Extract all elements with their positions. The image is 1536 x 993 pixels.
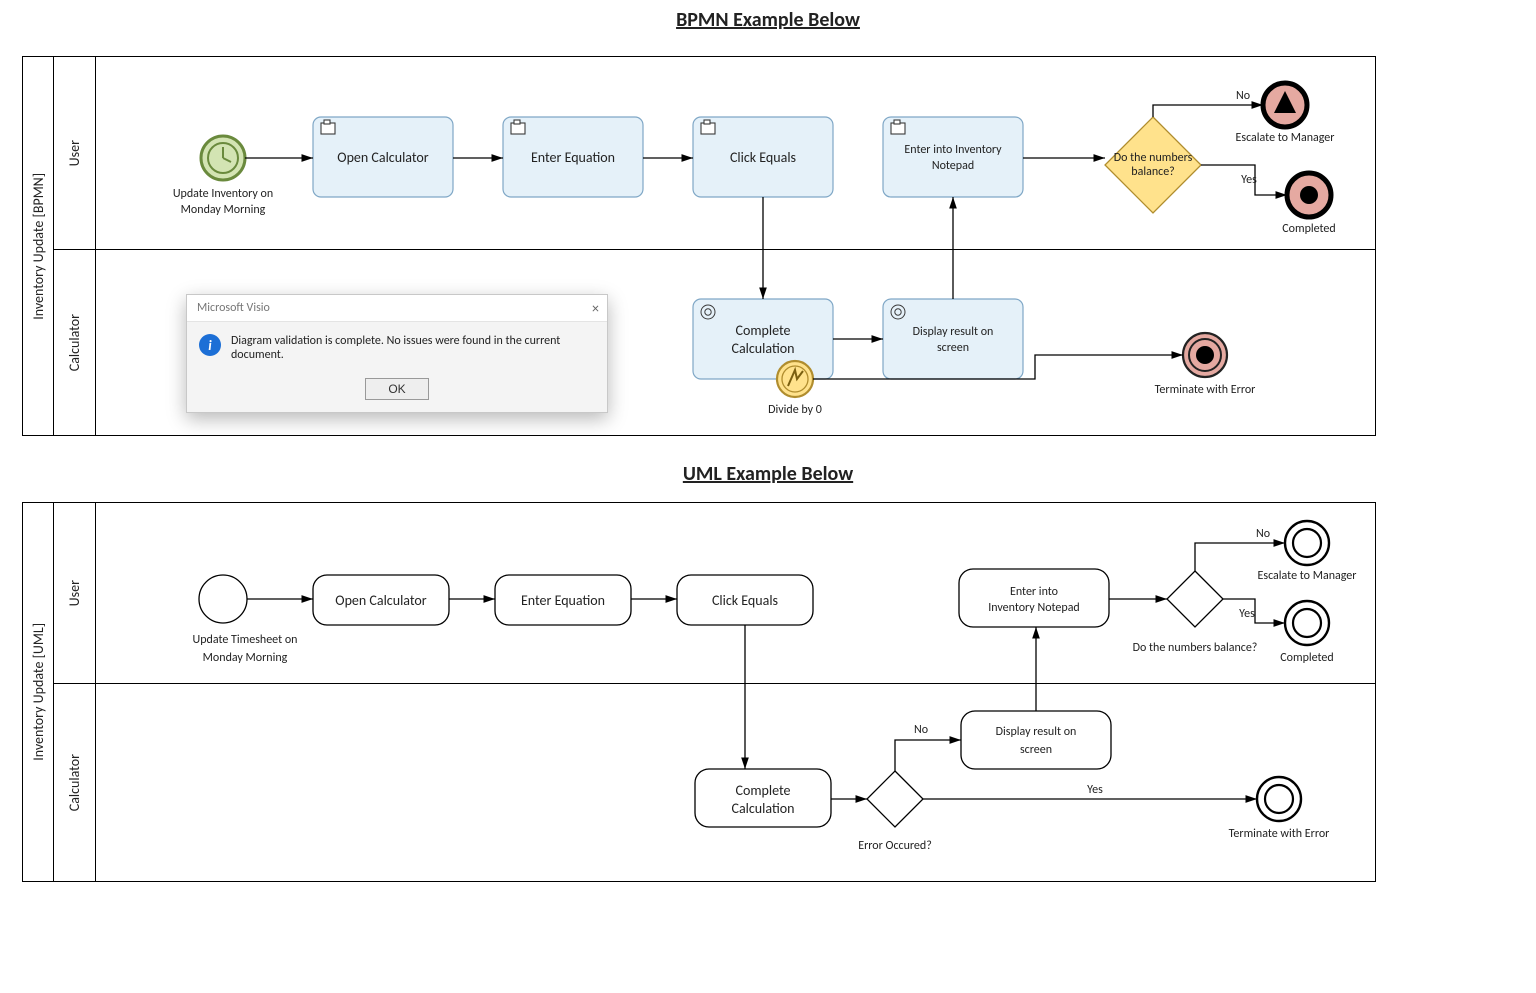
uml-lane-user-label: User [53,503,95,683]
svg-text:screen: screen [1020,743,1052,757]
uml-pool: Inventory Update [UML] User Calculator U… [22,502,1376,882]
bpmn-flow-yes-label: Yes [1241,173,1257,187]
bpmn-end-escalate [1263,83,1307,127]
uml-start-label-l1: Update Timesheet on [193,633,298,647]
uml-end-terminate [1257,777,1301,821]
bpmn-task-complete: Complete Calculation [693,299,833,379]
svg-text:Display result on: Display result on [996,725,1077,739]
dialog-title-text: Microsoft Visio [197,301,270,315]
uml-pool-label: Inventory Update [UML] [23,503,54,881]
uml-gateway-error-label: Error Occured? [858,839,932,853]
svg-text:Inventory Notepad: Inventory Notepad [988,601,1080,615]
bpmn-task-click-equals: Click Equals [693,117,833,197]
bpmn-pool: Inventory Update [BPMN] User Calculator … [22,56,1376,436]
uml-task-display: Display result on screen [961,711,1111,769]
uml-section-title: UML Example Below [0,462,1536,486]
bpmn-error-event-divide0 [777,361,813,397]
bpmn-lane-calc-label: Calculator [53,249,95,437]
bpmn-lane-user-label: User [53,57,95,249]
dialog-close-icon[interactable]: × [592,300,599,317]
svg-text:Enter Equation: Enter Equation [531,149,615,166]
bpmn-terminate-label: Terminate with Error [1155,383,1256,397]
svg-text:Open Calculator: Open Calculator [335,592,426,609]
bpmn-start-label-l1: Update Inventory on [173,187,273,201]
uml-gateway-error [867,771,923,827]
uml-task-open-calc: Open Calculator [313,575,449,625]
bpmn-flow-no-label: No [1236,89,1250,103]
svg-text:Open Calculator: Open Calculator [337,149,428,166]
bpmn-task-display: Display result on screen [883,299,1023,379]
svg-text:Click Equals: Click Equals [730,149,796,166]
uml-gateway-balance-label: Do the numbers balance? [1133,641,1258,655]
uml-end-completed [1285,601,1329,645]
uml-task-complete: Complete Calculation [695,769,831,827]
bpmn-section-title: BPMN Example Below [0,8,1536,32]
uml-lane-calc-label: Calculator [53,683,95,883]
svg-text:screen: screen [937,341,969,355]
bpmn-task-enter-inventory: Enter into Inventory Notepad [883,117,1023,197]
uml-task-enter-equation: Enter Equation [495,575,631,625]
bpmn-start-event [201,136,245,180]
dialog-ok-button[interactable]: OK [365,378,428,400]
uml-end-escalate-label: Escalate to Manager [1258,569,1357,583]
svg-text:Do the numbers: Do the numbers [1114,151,1193,165]
uml-gateway-balance [1167,571,1223,627]
bpmn-task-enter-equation: Enter Equation [503,117,643,197]
uml-balance-no-label: No [1256,527,1270,541]
uml-flow-no-label: No [914,723,928,737]
uml-end-escalate [1285,521,1329,565]
svg-text:Calculation: Calculation [732,340,795,357]
svg-text:Enter into Inventory: Enter into Inventory [904,143,1002,157]
svg-text:Click Equals: Click Equals [712,592,778,609]
svg-text:Enter Equation: Enter Equation [521,592,605,609]
uml-balance-yes-label: Yes [1239,607,1255,621]
info-icon: i [199,334,221,356]
uml-start-label-l2: Monday Morning [203,651,288,665]
dialog-message: Diagram validation is complete. No issue… [231,334,595,362]
bpmn-end-completed-label: Completed [1282,222,1335,236]
bpmn-start-label-l2: Monday Morning [181,203,266,217]
uml-task-click-equals: Click Equals [677,575,813,625]
svg-text:Enter into: Enter into [1010,585,1058,599]
uml-start-event [199,575,247,623]
bpmn-end-completed [1287,173,1331,217]
bpmn-task-open-calc: Open Calculator [313,117,453,197]
uml-end-completed-label: Completed [1280,651,1333,665]
uml-canvas: Update Timesheet on Monday Morning Open … [95,503,1377,883]
svg-text:Calculation: Calculation [732,800,795,817]
bpmn-divide0-label: Divide by 0 [768,403,822,417]
uml-terminate-label: Terminate with Error [1229,827,1330,841]
uml-task-enter-inventory: Enter into Inventory Notepad [959,569,1109,627]
svg-text:Complete: Complete [736,322,791,339]
svg-text:Notepad: Notepad [932,159,974,173]
bpmn-gateway-balance: Do the numbers balance? [1105,117,1201,213]
bpmn-end-terminate [1183,333,1227,377]
bpmn-end-escalate-label: Escalate to Manager [1236,131,1335,145]
svg-text:Complete: Complete [736,782,791,799]
visio-dialog: Microsoft Visio × i Diagram validation i… [186,294,608,413]
svg-text:Display result on: Display result on [913,325,994,339]
bpmn-pool-label: Inventory Update [BPMN] [23,57,54,435]
svg-text:balance?: balance? [1131,165,1174,179]
uml-flow-yes-label: Yes [1087,783,1103,797]
